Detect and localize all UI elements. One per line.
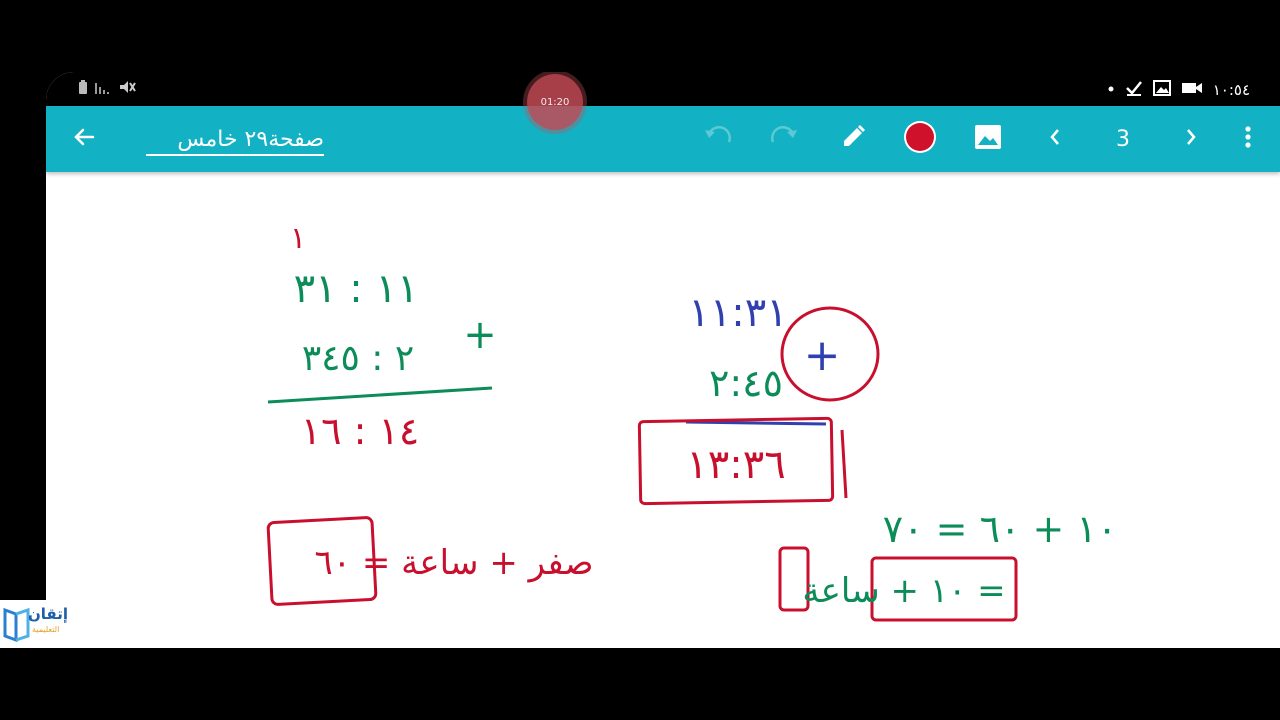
more-vert-icon	[1244, 124, 1252, 154]
chevron-right-icon	[1183, 126, 1199, 152]
carry-digit: ١	[290, 221, 306, 256]
next-page-button[interactable]	[1176, 106, 1206, 172]
status-bar: ١٠:٥٤	[46, 72, 1280, 106]
pencil-icon	[838, 122, 868, 156]
image-icon	[974, 124, 1002, 154]
watermark-brand: إتقان	[28, 605, 69, 623]
app-toolbar: صفحة٢٩ خامس 3	[46, 106, 1280, 172]
left-result: ١٤ : ١٦	[301, 409, 420, 453]
status-time: ١٠:٥٤	[1212, 81, 1250, 99]
left-row-2: ٢ : ٣٤٥	[302, 338, 414, 379]
back-button[interactable]	[66, 106, 102, 172]
redo-button[interactable]	[766, 106, 802, 172]
dot-icon	[1107, 80, 1115, 100]
page-number: 3	[1116, 126, 1130, 152]
redo-icon	[769, 125, 799, 152]
right-sum-line	[685, 420, 827, 426]
left-operator: +	[463, 312, 497, 358]
recording-indicator[interactable]: 01:20	[527, 74, 583, 130]
right-equation-1: ١٠ + ٦٠ = ٧٠	[883, 507, 1117, 551]
tablet-screen: ١٠:٥٤ صفحة٢٩ خامس 3 01:20 ١ ١١: ٣١ ٢: …	[46, 72, 1280, 648]
overflow-menu-button[interactable]	[1236, 106, 1260, 172]
right-row-1: ١١:٣١	[688, 290, 787, 336]
color-swatch	[902, 119, 938, 159]
mute-icon	[118, 79, 136, 99]
insert-image-button[interactable]	[970, 106, 1006, 172]
right-result: ١٣:٣٦	[686, 442, 785, 488]
result-tick	[840, 429, 848, 499]
gallery-icon	[1152, 80, 1171, 100]
right-operator: +	[804, 330, 841, 381]
check-icon	[1125, 79, 1143, 101]
right-row-2: ٢:٤٥	[709, 361, 783, 405]
chevron-left-icon	[1047, 126, 1063, 152]
pen-button[interactable]	[834, 106, 872, 172]
previous-page-button[interactable]	[1040, 106, 1070, 172]
color-picker-button[interactable]	[900, 106, 940, 172]
video-camera-icon	[1181, 80, 1203, 100]
ink-layer: ١ ١١ : ٣١ ٢ : ٣٤٥ + ١٤ : ١٦ صفر + ساعة =…	[266, 221, 1117, 622]
watermark-tagline: التعليمية	[32, 625, 60, 634]
signal-icon	[94, 79, 112, 99]
arrow-left-icon	[71, 124, 97, 154]
left-sum-line	[267, 386, 493, 404]
recording-timer: 01:20	[540, 96, 570, 108]
battery-icon	[78, 79, 88, 99]
whiteboard-canvas[interactable]: ١ ١١ : ٣١ ٢ : ٣٤٥ + ١٤ : ١٦ صفر + ساعة =…	[46, 172, 1280, 648]
left-row-1: ١١ : ٣١	[294, 266, 419, 312]
left-note: صفر + ساعة = ٦٠	[315, 543, 594, 583]
undo-icon	[703, 125, 733, 152]
right-equation-2: ١٠ + ساعة =	[802, 571, 1005, 611]
undo-button[interactable]	[700, 106, 736, 172]
page-title-field[interactable]: صفحة٢٩ خامس	[146, 126, 324, 156]
